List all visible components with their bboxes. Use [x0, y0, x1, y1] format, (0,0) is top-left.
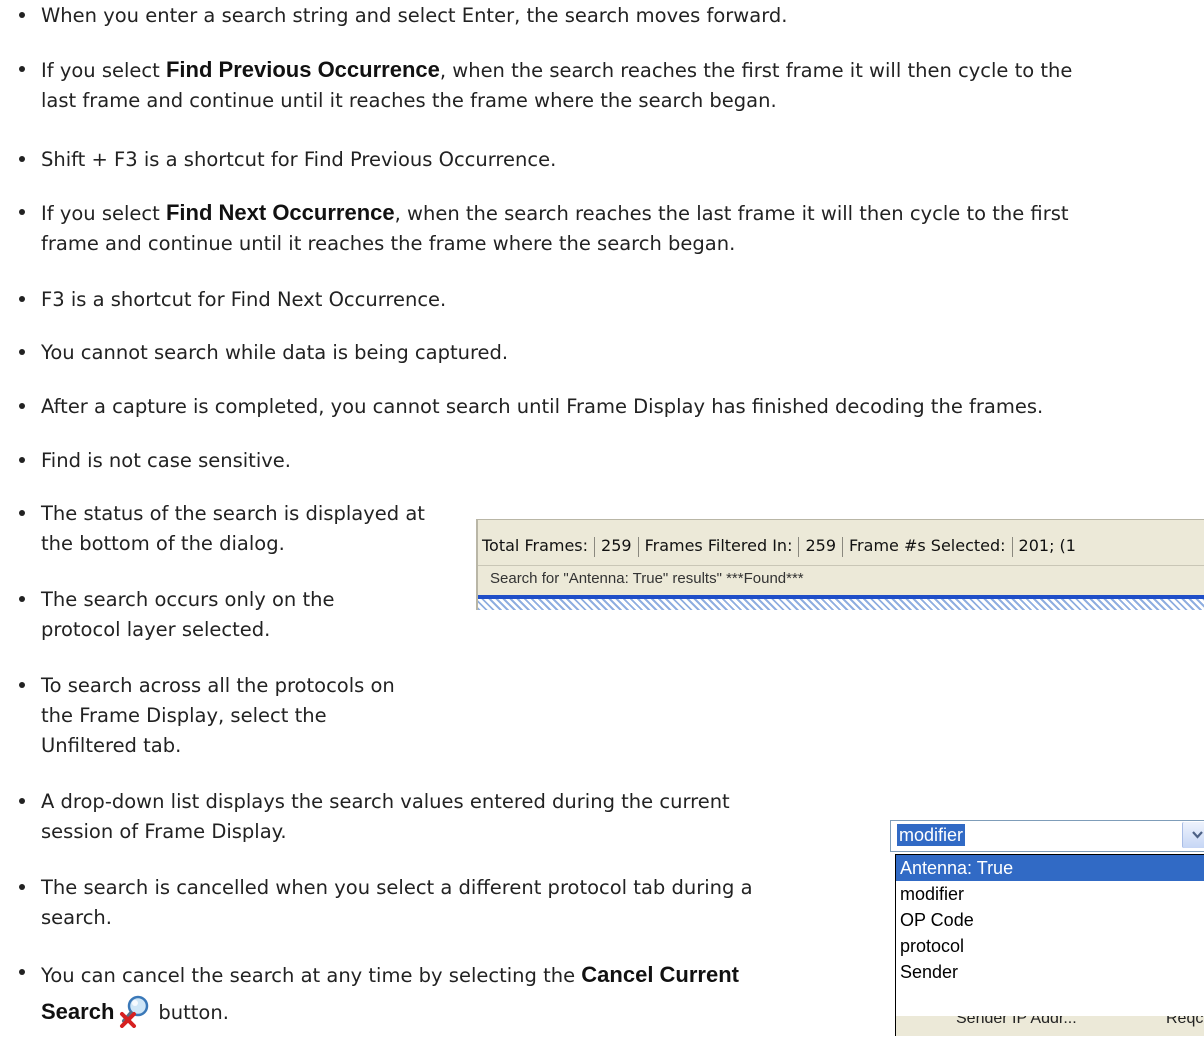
bullet-dot — [19, 296, 25, 302]
dropdown-option[interactable]: Sender — [896, 959, 1204, 985]
dropdown-option[interactable]: modifier — [896, 881, 1204, 907]
dropdown-option[interactable]: Antenna: True — [896, 855, 1204, 881]
total-frames-value: 259 — [601, 536, 632, 555]
list-item: After a capture is completed, you cannot… — [0, 392, 1043, 422]
total-frames-label: Total Frames: — [482, 536, 589, 555]
search-label: Search — [41, 999, 115, 1024]
bullet-dot — [19, 66, 25, 72]
frames-selected-label: Frame #s Selected: — [849, 536, 1006, 555]
bullet-dot — [19, 510, 25, 516]
search-status-row: Search for "Antenna: True" results" ***F… — [478, 565, 1204, 594]
list-item: If you select Find Next Occurrence, when… — [0, 198, 1069, 259]
bullet-dot — [19, 682, 25, 688]
bullet-dot — [19, 156, 25, 162]
bullet-dot — [19, 209, 25, 215]
divider — [637, 536, 639, 557]
chevron-down-icon[interactable] — [1182, 822, 1204, 848]
hatched-border — [478, 599, 1204, 610]
dropdown-option[interactable]: protocol — [896, 933, 1204, 959]
cancel-current-label: Cancel Current — [581, 962, 739, 987]
bullet-dot — [19, 12, 25, 18]
list-item: You can cancel the search at any time by… — [0, 958, 739, 1029]
search-combo-box[interactable]: modifier — [890, 820, 1204, 852]
list-item: Find is not case sensitive. — [0, 446, 291, 476]
frames-selected-value: 201; (1 — [1018, 536, 1076, 555]
list-item: The search occurs only on the protocol l… — [0, 585, 334, 645]
divider — [594, 536, 596, 557]
list-item: Shift + F3 is a shortcut for Find Previo… — [0, 145, 556, 175]
cancel-search-icon[interactable] — [118, 992, 154, 1028]
dropdown-option[interactable]: OP Code — [896, 907, 1204, 933]
status-bar-frame-counts: Total Frames: 259 Frames Filtered In: 259 Fr… — [478, 532, 1080, 560]
find-next-occurrence-label: Find Next Occurrence — [165, 200, 395, 225]
frames-filtered-label: Frames Filtered In: — [644, 536, 793, 555]
list-item: The search is cancelled when you select … — [0, 873, 753, 933]
bullet-dot — [19, 596, 25, 602]
divider — [842, 536, 844, 557]
bullet-dot — [19, 457, 25, 463]
search-dropdown-screenshot: modifier Antenna: True modifier OP Code … — [880, 817, 1204, 1037]
divider — [798, 536, 800, 557]
list-item: If you select Find Previous Occurrence, … — [0, 55, 1072, 116]
column-header: Reqc — [1166, 1016, 1204, 1027]
search-status-message: Search for "Antenna: True" results" ***F… — [490, 570, 804, 587]
bullet-dot — [19, 349, 25, 355]
list-item: F3 is a shortcut for Find Next Occurrenc… — [0, 285, 446, 315]
bullet-dot — [19, 798, 25, 804]
divider — [1011, 536, 1013, 557]
status-bar-screenshot: Total Frames: 259 Frames Filtered In: 259 Fr… — [476, 519, 1204, 610]
column-header: Sender IP Addr... — [956, 1016, 1077, 1027]
frames-filtered-value: 259 — [805, 536, 837, 555]
obscured-column-headers: Sender IP Addr... Reqc — [895, 1016, 1204, 1036]
list-item: You cannot search while data is being ca… — [0, 338, 508, 368]
bullet-dot — [19, 403, 25, 409]
bullet-dot — [19, 884, 25, 890]
list-item: To search across all the protocols on th… — [0, 671, 395, 761]
list-item: The status of the search is displayed at… — [0, 499, 425, 559]
list-item: When you enter a search string and selec… — [0, 1, 787, 31]
list-item: A drop-down list displays the search val… — [0, 787, 730, 847]
find-previous-occurrence-label: Find Previous Occurrence — [165, 57, 440, 82]
search-history-list: Antenna: True modifier OP Code protocol … — [895, 854, 1204, 1018]
bullet-dot — [19, 969, 25, 975]
search-combo-value[interactable]: modifier — [897, 824, 966, 846]
